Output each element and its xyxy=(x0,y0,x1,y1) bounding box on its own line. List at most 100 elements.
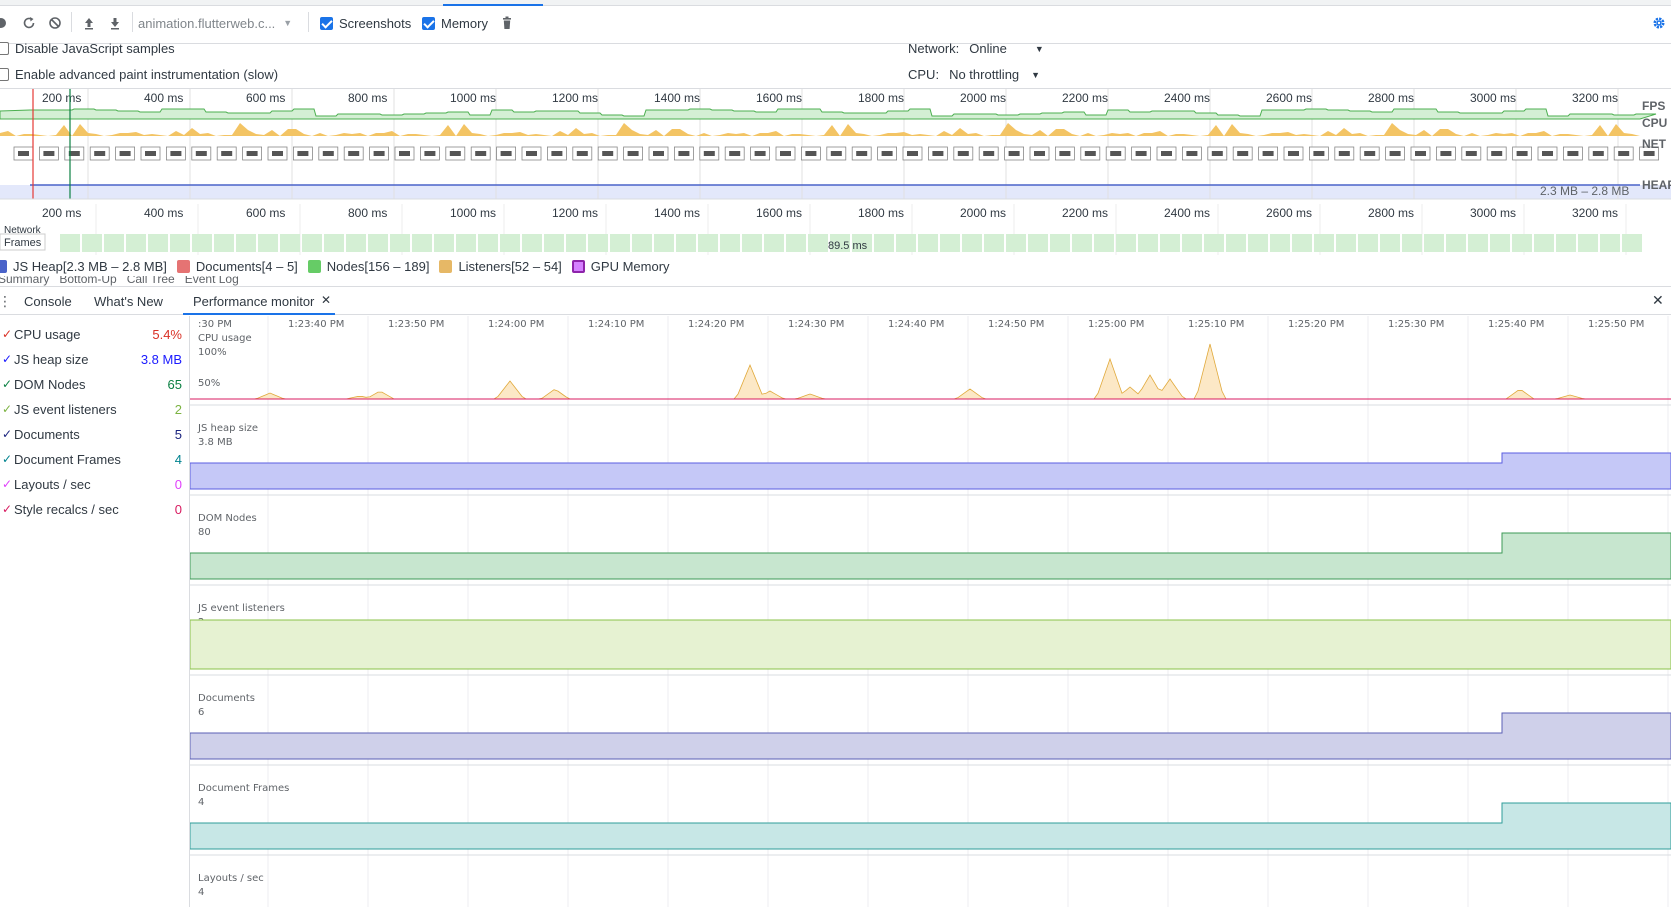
tab-console[interactable]: Console xyxy=(24,294,72,309)
metric-row[interactable]: ✓ Style recalcs / sec 0 xyxy=(0,498,186,522)
frame-bar xyxy=(412,234,432,252)
frame-bar xyxy=(170,234,190,252)
frame-bar xyxy=(1182,234,1202,252)
ruler-tick-label: 2800 ms xyxy=(1368,206,1414,220)
screenshot-content xyxy=(1491,151,1503,156)
memory-label: Memory xyxy=(441,15,488,31)
screenshot-content xyxy=(1389,151,1401,156)
overview-track-label: FPS xyxy=(1642,99,1665,113)
metric-check-icon: ✓ xyxy=(2,502,13,516)
frame-bar xyxy=(346,234,366,252)
frame-bar xyxy=(1622,234,1642,252)
tab-close-icon[interactable]: ✕ xyxy=(321,293,331,307)
frame-bar xyxy=(434,234,454,252)
legend-item[interactable]: JS Heap[2.3 MB – 2.8 MB] xyxy=(0,259,167,274)
memory-checkbox[interactable]: Memory xyxy=(422,14,488,32)
overview-tick-label: 2800 ms xyxy=(1368,91,1414,105)
screenshots-checkbox[interactable]: Screenshots xyxy=(320,14,411,32)
metric-name: CPU usage xyxy=(14,327,81,342)
metric-row[interactable]: ✓ JS heap size 3.8 MB xyxy=(0,348,186,372)
network-select[interactable]: Online xyxy=(969,41,1007,56)
metric-value: 5 xyxy=(174,427,182,442)
chart-scale-top: 4 xyxy=(198,797,204,808)
frame-bar xyxy=(192,234,212,252)
timeline-overview[interactable]: 200 ms 400 ms 600 ms 800 ms 1000 ms 1200 ms 14… xyxy=(0,88,1671,255)
screenshot-content xyxy=(297,151,309,156)
frames-label: Frames xyxy=(4,237,42,249)
chart-title: Documents xyxy=(198,693,255,704)
time-axis-label: 1:25:50 PM xyxy=(1588,319,1644,330)
screenshot-content xyxy=(145,151,156,156)
screenshot-content xyxy=(43,151,55,156)
frame-bar xyxy=(1226,234,1246,252)
screenshot-content xyxy=(703,151,715,156)
tab-whats-new[interactable]: What's New xyxy=(94,294,163,309)
tab-performance-monitor[interactable]: Performance monitor xyxy=(193,294,314,309)
metric-area xyxy=(190,802,1671,850)
chart-title: JS heap size xyxy=(197,423,258,434)
legend-label: Documents[4 – 5] xyxy=(195,258,298,274)
screenshot-content xyxy=(805,151,817,156)
frame-bar xyxy=(962,234,982,252)
frame-bar xyxy=(258,234,278,252)
time-axis-label: 1:24:10 PM xyxy=(588,319,644,330)
screenshot-content xyxy=(1008,151,1020,156)
drawer-menu-icon[interactable]: ⋮ xyxy=(0,293,12,310)
profile-select[interactable]: animation.flutterweb.c... ▼ xyxy=(138,14,292,32)
frame-bar xyxy=(236,234,256,252)
frame-bar xyxy=(1292,234,1312,252)
metric-row[interactable]: ✓ JS event listeners 2 xyxy=(0,398,186,422)
toolbar-divider xyxy=(132,12,133,32)
chart-scale-top: 3.8 MB xyxy=(198,437,233,448)
metric-area xyxy=(190,619,1671,670)
metric-area xyxy=(190,452,1671,490)
metric-row[interactable]: ✓ DOM Nodes 65 xyxy=(0,373,186,397)
record-button[interactable] xyxy=(0,14,8,32)
heap-range-label: 2.3 MB – 2.8 MB xyxy=(1540,184,1629,198)
save-profile-button[interactable] xyxy=(108,14,122,32)
metric-area xyxy=(190,712,1671,760)
metric-name: Documents xyxy=(14,427,80,442)
frame-bar xyxy=(456,234,476,252)
reload-button[interactable] xyxy=(22,14,36,32)
metric-row[interactable]: ✓ Layouts / sec 0 xyxy=(0,473,186,497)
upload-icon xyxy=(82,16,96,30)
legend-swatch xyxy=(0,259,7,273)
capture-settings-button[interactable] xyxy=(1652,14,1666,32)
frame-bar xyxy=(148,234,168,252)
chart-scale-top: 80 xyxy=(198,527,211,538)
metric-row[interactable]: ✓ CPU usage 5.4% xyxy=(0,323,186,347)
cpu-select[interactable]: No throttling xyxy=(949,67,1019,82)
legend-item[interactable]: Nodes[156 – 189] xyxy=(307,259,429,274)
legend-item[interactable]: GPU Memory xyxy=(571,259,670,274)
legend-swatch xyxy=(176,259,190,273)
advanced-paint-checkbox[interactable]: Enable advanced paint instrumentation (s… xyxy=(0,67,278,82)
frame-bar xyxy=(1424,234,1444,252)
clear-button[interactable] xyxy=(48,14,62,32)
legend-item[interactable]: Documents[4 – 5] xyxy=(176,258,298,274)
close-drawer-icon[interactable]: ✕ xyxy=(1652,292,1664,309)
load-profile-button[interactable] xyxy=(82,14,96,32)
metric-check-icon: ✓ xyxy=(2,452,13,466)
screenshot-content xyxy=(500,151,512,156)
frame-bar xyxy=(698,234,718,252)
frame-bar xyxy=(1050,234,1070,252)
chart-title: JS event listeners xyxy=(197,603,285,614)
memory-check-icon xyxy=(422,16,435,30)
ruler-tick-label: 400 ms xyxy=(144,206,183,220)
metric-row[interactable]: ✓ Document Frames 4 xyxy=(0,448,186,472)
metric-row[interactable]: ✓ Documents 5 xyxy=(0,423,186,447)
screenshot-content xyxy=(957,151,969,156)
frame-bar xyxy=(1600,234,1620,252)
disable-js-samples-checkbox[interactable]: Disable JavaScript samples xyxy=(0,41,175,56)
frame-bar xyxy=(1204,234,1224,252)
frame-bar xyxy=(1138,234,1158,252)
legend-item[interactable]: Listeners[52 – 54] xyxy=(439,259,562,274)
profile-select-value: animation.flutterweb.c... xyxy=(138,15,276,31)
ruler-tick-label: 1800 ms xyxy=(858,206,904,220)
screenshot-content xyxy=(1440,151,1452,156)
cpu-label: CPU: xyxy=(908,67,940,82)
screenshot-content xyxy=(780,151,791,156)
screenshot-content xyxy=(119,151,131,156)
collect-garbage-button[interactable] xyxy=(500,14,514,32)
